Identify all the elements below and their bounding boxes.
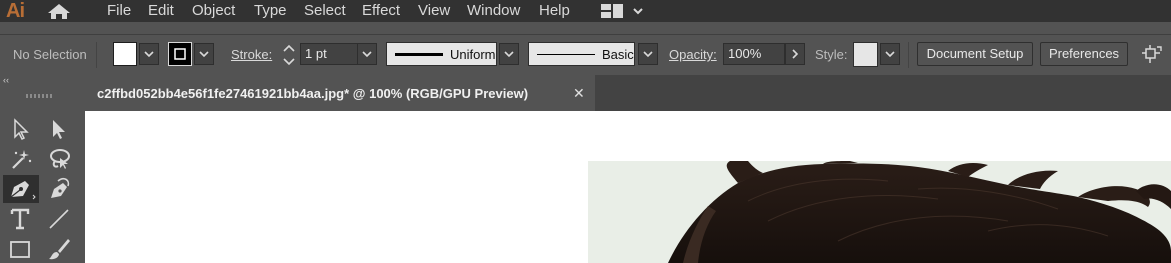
profile-stroke-preview: [395, 53, 443, 56]
type-tool-icon[interactable]: [8, 206, 34, 232]
menu-edit[interactable]: Edit: [148, 0, 174, 22]
menu-object[interactable]: Object: [192, 0, 235, 22]
divider: [96, 42, 97, 68]
menu-bar: Ai File Edit Object Type Select Effect V…: [0, 0, 1171, 22]
document-tab[interactable]: c2ffbd052bb4e56f1fe27461921bb4aa.jpg* @ …: [85, 75, 595, 111]
document-tab-title[interactable]: c2ffbd052bb4e56f1fe27461921bb4aa.jpg* @ …: [97, 86, 528, 101]
tools-panel: ‹‹: [0, 74, 84, 263]
fill-dropdown[interactable]: [139, 43, 159, 65]
stroke-swatch[interactable]: [168, 42, 192, 66]
menu-type[interactable]: Type: [254, 0, 287, 22]
opacity-input[interactable]: 100%: [723, 43, 785, 65]
menu-help[interactable]: Help: [539, 0, 570, 22]
rectangle-tool-icon[interactable]: [8, 236, 34, 262]
hair-photo: [588, 161, 1171, 263]
chevron-down-icon[interactable]: [632, 3, 644, 24]
document-tab-bar: c2ffbd052bb4e56f1fe27461921bb4aa.jpg* @ …: [85, 75, 1171, 111]
preferences-button[interactable]: Preferences: [1040, 42, 1128, 66]
magic-wand-tool-icon[interactable]: [8, 146, 34, 172]
style-label: Style:: [815, 47, 848, 62]
direct-selection-tool-icon[interactable]: [46, 116, 72, 142]
lasso-tool-icon[interactable]: [46, 146, 72, 172]
stroke-weight-stepper[interactable]: [281, 41, 297, 74]
graphic-style-swatch[interactable]: [853, 42, 878, 67]
collapse-panel-icon[interactable]: ‹‹: [3, 75, 9, 85]
placed-image[interactable]: [588, 161, 1171, 263]
stroke-label[interactable]: Stroke:: [231, 47, 272, 63]
artboard-canvas[interactable]: [85, 111, 1171, 263]
variable-width-profile[interactable]: Uniform: [386, 42, 497, 66]
brush-definition[interactable]: Basic: [528, 42, 635, 66]
profile-label: Uniform: [450, 47, 496, 62]
control-bar: No Selection Stroke: 1 pt Uniform Basic …: [0, 34, 1171, 75]
stroke-weight-input[interactable]: 1 pt: [300, 43, 358, 65]
menu-window[interactable]: Window: [467, 0, 520, 22]
line-segment-tool-icon[interactable]: [46, 206, 72, 232]
menu-file[interactable]: File: [107, 0, 131, 22]
curvature-tool-icon[interactable]: [46, 176, 72, 202]
home-icon[interactable]: [46, 3, 72, 24]
paintbrush-tool-icon[interactable]: [46, 236, 72, 262]
stroke-dropdown[interactable]: [194, 43, 214, 65]
menu-select[interactable]: Select: [304, 0, 346, 22]
pen-tool-icon[interactable]: [3, 175, 39, 203]
fill-swatch[interactable]: [113, 42, 137, 66]
workspace-switcher-icon[interactable]: [600, 3, 624, 24]
opacity-label[interactable]: Opacity:: [669, 47, 717, 63]
selection-status: No Selection: [13, 47, 87, 62]
app-logo: Ai: [6, 0, 25, 22]
menu-effect[interactable]: Effect: [362, 0, 400, 22]
brush-stroke-preview: [537, 54, 595, 55]
profile-dropdown[interactable]: [499, 43, 519, 65]
stroke-weight-dropdown[interactable]: [357, 43, 377, 65]
brush-label: Basic: [602, 47, 634, 62]
document-setup-button[interactable]: Document Setup: [917, 42, 1033, 66]
brush-dropdown[interactable]: [638, 43, 658, 65]
menu-view[interactable]: View: [418, 0, 450, 22]
close-icon[interactable]: ✕: [573, 85, 585, 102]
style-dropdown[interactable]: [880, 43, 900, 65]
selection-tool-icon[interactable]: [8, 116, 34, 142]
opacity-expand[interactable]: [785, 43, 805, 65]
arrange-documents-icon[interactable]: [1140, 43, 1164, 70]
panel-grip[interactable]: [26, 94, 52, 98]
divider: [908, 42, 909, 68]
